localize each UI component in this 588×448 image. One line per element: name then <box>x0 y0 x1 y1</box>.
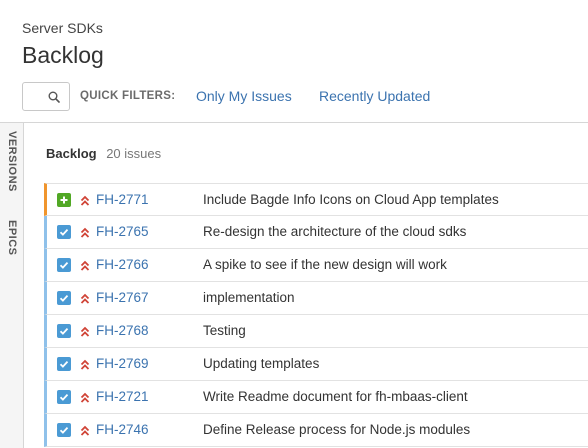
issue-row[interactable]: FH-2769 Updating templates <box>44 348 588 381</box>
issue-key-link[interactable]: FH-2767 <box>96 290 149 305</box>
quick-filter-only-my-issues[interactable]: Only My Issues <box>196 88 292 104</box>
issue-row[interactable]: FH-2771 Include Bagde Info Icons on Cloud… <box>44 183 588 216</box>
issue-row[interactable]: FH-2766 A spike to see if the new design … <box>44 249 588 282</box>
side-panel-tabs: VERSIONS EPICS <box>0 123 24 448</box>
backlog-title: Backlog <box>46 146 97 161</box>
tab-versions[interactable]: VERSIONS <box>0 131 24 192</box>
issue-key-link[interactable]: FH-2765 <box>96 224 149 239</box>
issue-key-link[interactable]: FH-2766 <box>96 257 149 272</box>
issue-key-link[interactable]: FH-2746 <box>96 422 149 437</box>
priority-highest-icon <box>80 391 90 409</box>
page-title: Backlog <box>22 42 104 68</box>
task-type-icon <box>57 291 71 305</box>
quick-filter-recently-updated[interactable]: Recently Updated <box>319 88 430 104</box>
backlog-issue-count: 20 issues <box>106 146 162 161</box>
task-type-icon <box>57 357 71 371</box>
issue-summary: Re-design the architecture of the cloud … <box>203 224 467 239</box>
issue-key-link[interactable]: FH-2768 <box>96 323 149 338</box>
issue-key-link[interactable]: FH-2771 <box>96 192 149 207</box>
issue-key-link[interactable]: FH-2721 <box>96 389 149 404</box>
backlog-header: Backlog 20 issues <box>46 146 161 161</box>
priority-highest-icon <box>80 259 90 277</box>
issue-summary: Updating templates <box>203 356 320 371</box>
task-type-icon <box>57 225 71 239</box>
task-type-icon <box>57 390 71 404</box>
priority-highest-icon <box>80 358 90 376</box>
issue-key-link[interactable]: FH-2769 <box>96 356 149 371</box>
search-input[interactable] <box>22 82 70 111</box>
story-type-icon <box>57 193 71 207</box>
priority-highest-icon <box>80 194 90 212</box>
task-type-icon <box>57 258 71 272</box>
issue-summary: Testing <box>203 323 246 338</box>
issue-row[interactable]: FH-2768 Testing <box>44 315 588 348</box>
board-header: Server SDKs Backlog QUICK FILTERS: Only … <box>0 0 588 122</box>
issue-summary: A spike to see if the new design will wo… <box>203 257 447 272</box>
issue-summary: Define Release process for Node.js modul… <box>203 422 471 437</box>
project-name[interactable]: Server SDKs <box>22 20 103 36</box>
issue-row[interactable]: FH-2746 Define Release process for Node.j… <box>44 414 588 447</box>
issue-row[interactable]: FH-2721 Write Readme document for fh-mbaa… <box>44 381 588 414</box>
issue-summary: implementation <box>203 290 295 305</box>
quick-filters-label: QUICK FILTERS: <box>80 90 176 102</box>
header-divider <box>0 122 588 123</box>
tab-epics[interactable]: EPICS <box>0 220 24 256</box>
issue-row[interactable]: FH-2765 Re-design the architecture of the… <box>44 216 588 249</box>
priority-highest-icon <box>80 292 90 310</box>
task-type-icon <box>57 423 71 437</box>
issue-summary: Write Readme document for fh-mbaas-clien… <box>203 389 468 404</box>
task-type-icon <box>57 324 71 338</box>
issue-summary: Include Bagde Info Icons on Cloud App te… <box>203 192 499 207</box>
backlog-issue-list: FH-2771 Include Bagde Info Icons on Cloud… <box>44 183 588 447</box>
priority-highest-icon <box>80 424 90 442</box>
priority-highest-icon <box>80 325 90 343</box>
priority-highest-icon <box>80 226 90 244</box>
search-icon <box>48 91 60 103</box>
issue-row[interactable]: FH-2767 implementation <box>44 282 588 315</box>
